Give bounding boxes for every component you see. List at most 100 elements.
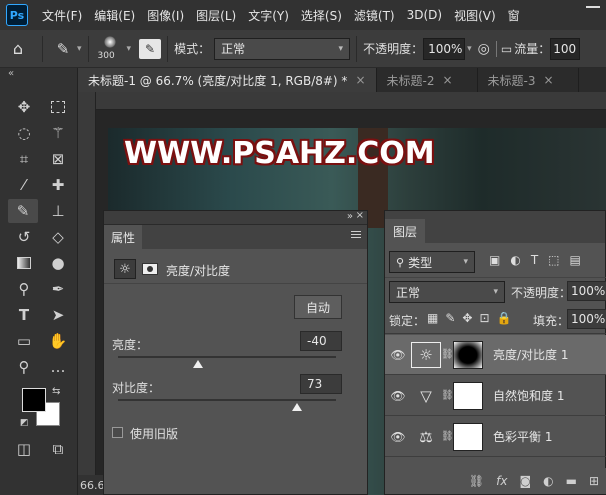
- layer-mask-thumbnail[interactable]: [453, 381, 483, 410]
- chevron-down-icon[interactable]: ▾: [467, 44, 472, 54]
- eye-icon[interactable]: 👁: [385, 430, 411, 444]
- collapse-chevron-icon[interactable]: «: [8, 68, 14, 79]
- mask-icon[interactable]: [142, 263, 158, 275]
- layer-mask-thumbnail[interactable]: [453, 340, 483, 369]
- brush-preset-icon[interactable]: ✎: [49, 40, 77, 58]
- brush-settings-icon[interactable]: ✎: [139, 38, 162, 59]
- mode-select[interactable]: 正常 ▾: [214, 37, 351, 60]
- collapse-chevron-icon[interactable]: »: [347, 211, 353, 222]
- eyedropper-tool-icon[interactable]: ⁄: [12, 174, 36, 196]
- menu-3d[interactable]: 3D(D): [407, 8, 442, 22]
- lock-image-icon[interactable]: ✎: [445, 311, 455, 325]
- pen-tool-icon[interactable]: ✒: [46, 278, 70, 300]
- blur-tool-icon[interactable]: ●: [46, 252, 70, 274]
- quick-mask-icon[interactable]: ◫: [12, 438, 36, 460]
- menu-select[interactable]: 选择(S): [301, 7, 342, 24]
- contrast-input[interactable]: 73: [300, 374, 342, 394]
- chevron-down-icon[interactable]: ▾: [77, 44, 82, 54]
- lock-all-icon[interactable]: 🔒: [497, 311, 512, 325]
- brush-size-picker[interactable]: 300: [95, 34, 125, 64]
- close-icon[interactable]: ×: [356, 210, 364, 221]
- link-icon[interactable]: ⛓: [441, 349, 454, 360]
- layer-mask-thumbnail[interactable]: [453, 422, 483, 451]
- eraser-tool-icon[interactable]: ◇: [46, 226, 70, 248]
- fx-icon[interactable]: fx: [496, 474, 507, 488]
- layer-row[interactable]: 👁 ⚖ ⛓ 色彩平衡 1: [385, 417, 606, 457]
- frame-tool-icon[interactable]: ⊠: [46, 148, 70, 170]
- default-colors-icon[interactable]: ◩: [20, 418, 29, 428]
- screen-mode-icon[interactable]: ⧉: [46, 438, 70, 460]
- add-mask-icon[interactable]: ◙: [519, 474, 531, 488]
- opacity-input[interactable]: 100%: [423, 37, 466, 60]
- lasso-tool-icon[interactable]: ◌: [12, 122, 36, 144]
- smart-object-filter-icon[interactable]: ▤: [570, 253, 581, 267]
- tab-properties[interactable]: 属性: [104, 225, 142, 249]
- more-tools-icon[interactable]: …: [46, 356, 70, 378]
- crop-tool-icon[interactable]: ⌗: [12, 148, 36, 170]
- lock-artboard-icon[interactable]: ⊡: [479, 311, 489, 325]
- link-layers-icon[interactable]: ⛓: [469, 474, 484, 488]
- brightness-slider-thumb[interactable]: [192, 360, 203, 368]
- zoom-tool-icon[interactable]: ⚲: [12, 356, 36, 378]
- layer-row[interactable]: 👁 ☼ ⛓ 亮度/对比度 1: [385, 335, 606, 375]
- stamp-tool-icon[interactable]: ⊥: [46, 200, 70, 222]
- menu-layer[interactable]: 图层(L): [196, 7, 236, 24]
- hand-tool-icon[interactable]: ✋: [46, 330, 70, 352]
- adjustment-filter-icon[interactable]: ◐: [510, 253, 520, 267]
- type-filter-icon[interactable]: T: [531, 253, 538, 267]
- magic-wand-tool-icon[interactable]: ⚚: [46, 122, 70, 144]
- marquee-tool-icon[interactable]: [46, 96, 70, 118]
- layer-opacity-input[interactable]: 100%: [567, 281, 606, 301]
- eye-icon[interactable]: 👁: [385, 389, 411, 403]
- auto-button[interactable]: 自动: [294, 295, 342, 319]
- swap-colors-icon[interactable]: ⇆: [52, 386, 60, 397]
- new-layer-icon[interactable]: ⊞: [589, 474, 599, 488]
- panel-menu-icon[interactable]: [351, 231, 361, 240]
- gradient-tool-icon[interactable]: [12, 252, 36, 274]
- menu-window[interactable]: 窗: [508, 7, 520, 24]
- chevron-down-icon[interactable]: ▾: [127, 44, 132, 54]
- menu-type[interactable]: 文字(Y): [248, 7, 289, 24]
- menu-filter[interactable]: 滤镜(T): [354, 7, 395, 24]
- lock-transparency-icon[interactable]: ▦: [427, 311, 438, 325]
- tab-layers[interactable]: 图层: [385, 219, 425, 243]
- eye-icon[interactable]: 👁: [385, 348, 411, 362]
- brightness-input[interactable]: -40: [300, 331, 342, 351]
- menu-image[interactable]: 图像(I): [147, 7, 184, 24]
- link-icon[interactable]: ⛓: [441, 390, 454, 401]
- rectangle-tool-icon[interactable]: ▭: [12, 330, 36, 352]
- document-tab-2[interactable]: 未标题-2 ×: [377, 68, 478, 92]
- minimize-icon[interactable]: [586, 6, 600, 8]
- history-brush-tool-icon[interactable]: ↺: [12, 226, 36, 248]
- menu-view[interactable]: 视图(V): [454, 7, 496, 24]
- close-icon[interactable]: ×: [442, 73, 452, 87]
- path-selection-tool-icon[interactable]: ➤: [46, 304, 70, 326]
- lock-position-icon[interactable]: ✥: [462, 311, 472, 325]
- menu-edit[interactable]: 编辑(E): [94, 7, 135, 24]
- type-tool-icon[interactable]: T: [12, 304, 36, 326]
- layer-filter-select[interactable]: ⚲ 类型 ▾: [389, 251, 475, 273]
- foreground-color-swatch[interactable]: [22, 388, 46, 412]
- brightness-slider-track[interactable]: [118, 356, 336, 358]
- fill-input[interactable]: 100%: [567, 309, 606, 329]
- healing-brush-tool-icon[interactable]: ✚: [46, 174, 70, 196]
- legacy-checkbox[interactable]: [112, 427, 123, 438]
- close-icon[interactable]: ×: [355, 73, 365, 87]
- flow-input[interactable]: 100: [550, 37, 581, 60]
- menu-file[interactable]: 文件(F): [42, 7, 82, 24]
- contrast-slider-thumb[interactable]: [291, 403, 302, 411]
- document-tab-3[interactable]: 未标题-3 ×: [478, 68, 579, 92]
- link-icon[interactable]: ⛓: [441, 431, 454, 442]
- blend-mode-select[interactable]: 正常 ▾: [389, 281, 505, 303]
- pixel-filter-icon[interactable]: ▣: [489, 253, 500, 267]
- close-icon[interactable]: ×: [544, 73, 554, 87]
- pressure-opacity-icon[interactable]: ◎: [478, 41, 490, 57]
- move-tool-icon[interactable]: ✥: [12, 96, 36, 118]
- new-group-icon[interactable]: ▬: [566, 474, 577, 488]
- new-adjustment-icon[interactable]: ◐: [543, 474, 553, 488]
- home-icon[interactable]: ⌂: [0, 39, 36, 58]
- dodge-tool-icon[interactable]: ⚲: [12, 278, 36, 300]
- layer-row[interactable]: 👁 ▽ ⛓ 自然饱和度 1: [385, 376, 606, 416]
- document-tab-1[interactable]: 未标题-1 @ 66.7% (亮度/对比度 1, RGB/8#) * ×: [78, 68, 377, 92]
- shape-filter-icon[interactable]: ⬚: [548, 253, 559, 267]
